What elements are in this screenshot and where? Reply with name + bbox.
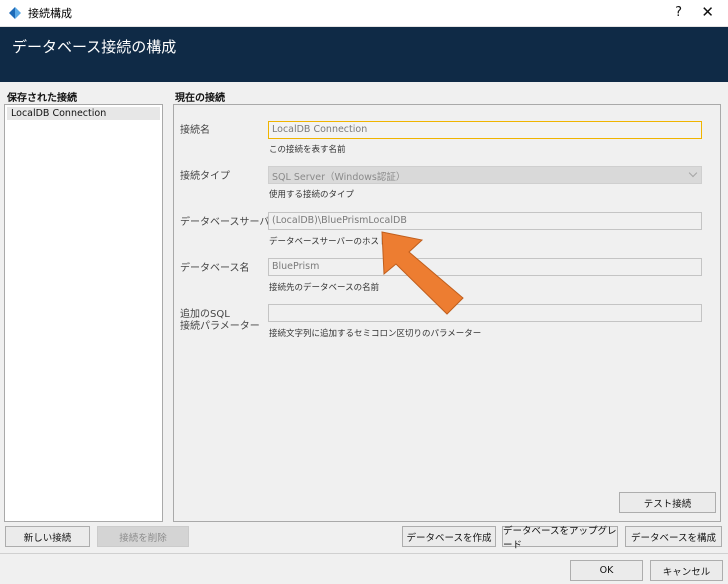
cancel-button[interactable]: キャンセル [650,560,723,581]
connection-name-label: 接続名 [180,125,210,136]
page-title: データベース接続の構成 [12,38,177,56]
connection-type-select[interactable]: SQL Server（Windows認証） [268,166,702,184]
new-connection-button[interactable]: 新しい接続 [5,526,90,547]
title-bar: 接続構成 ? ✕ [0,0,728,27]
create-database-button[interactable]: データベースを作成 [402,526,496,547]
header-banner: データベース接続の構成 [0,27,728,82]
database-name-input[interactable]: BluePrism [268,258,702,276]
connection-type-label: 接続タイプ [180,171,230,182]
extra-params-input[interactable] [268,304,702,322]
help-icon[interactable]: ? [675,5,682,20]
saved-connections-list: LocalDB Connection [4,104,163,522]
current-connection-panel: 接続名 LocalDB Connection この接続を表す名前 接続タイプ S… [173,104,721,522]
connection-type-value: SQL Server（Windows認証） [272,172,406,183]
ok-button[interactable]: OK [570,560,643,581]
connection-name-help: この接続を表す名前 [269,145,346,155]
configure-database-button[interactable]: データベースを構成 [625,526,722,547]
extra-params-help: 接続文字列に追加するセミコロン区切りのパラメーター [269,329,482,339]
chevron-down-icon [688,168,698,178]
database-server-help: データベースサーバーのホスト名 [269,237,396,247]
current-connection-label: 現在の接続 [175,93,225,104]
upgrade-database-button[interactable]: データベースをアップグレード [502,526,618,551]
connection-type-help: 使用する接続のタイプ [269,190,355,200]
connection-name-input[interactable]: LocalDB Connection [268,121,702,139]
extra-params-label-line2: 接続パラメーター [180,321,260,332]
app-icon [9,7,21,19]
database-server-label: データベースサーバー [180,217,280,228]
saved-connections-label: 保存された接続 [7,93,77,104]
close-icon[interactable]: ✕ [701,3,714,21]
database-name-help: 接続先のデータベースの名前 [269,283,380,293]
delete-connection-button[interactable]: 接続を削除 [97,526,189,547]
database-server-input[interactable]: (LocalDB)\BluePrismLocalDB [268,212,702,230]
list-item[interactable]: LocalDB Connection [7,107,160,120]
database-name-label: データベース名 [180,263,250,274]
footer-divider [0,553,728,554]
test-connection-button[interactable]: テスト接続 [619,492,716,513]
window-title: 接続構成 [28,7,72,20]
extra-params-label-line1: 追加のSQL [180,309,230,320]
